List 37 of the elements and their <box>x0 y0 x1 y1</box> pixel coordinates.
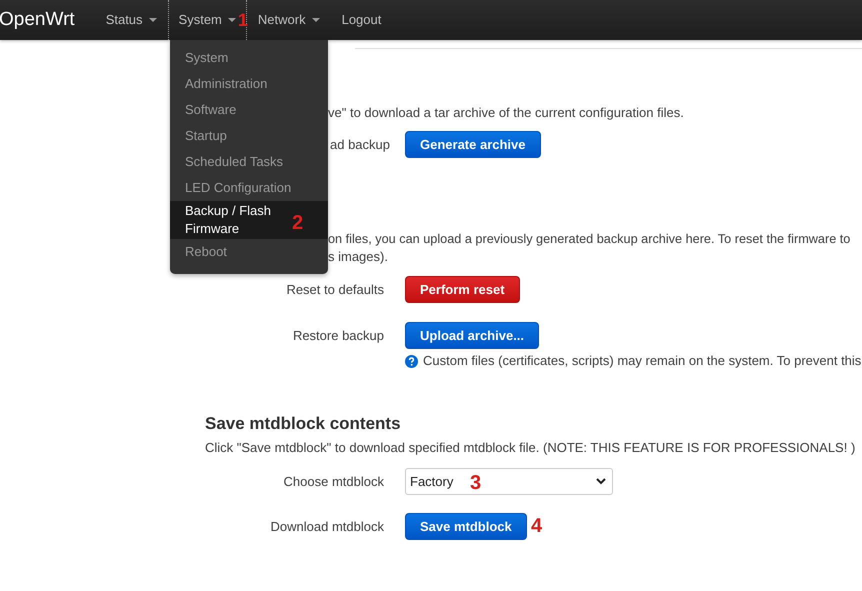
field-label: Restore backup <box>292 328 384 343</box>
menu-item[interactable]: Scheduled Tasks <box>170 149 328 175</box>
chevron-down-icon <box>596 478 606 485</box>
caret-icon <box>228 18 236 22</box>
description-text: s images). <box>328 248 389 265</box>
annotation-number: 4 <box>531 516 542 536</box>
field-label: Choose mtdblock <box>282 474 384 489</box>
section-heading: Save mtdblock contents <box>205 413 402 435</box>
description-text: Click "Save mtdblock" to download specified mtdblock file. (NOTE: THIS FEATURE IS FOR PROFESSIONALS! ) <box>205 439 856 456</box>
menu-item[interactable]: Reboot <box>170 239 328 265</box>
menu-item[interactable]: System <box>170 45 328 71</box>
field-label: ad backup <box>330 137 391 152</box>
menu-item[interactable]: Startup <box>170 123 328 149</box>
brand-logo[interactable]: OpenWrt <box>0 0 95 40</box>
menu-item[interactable]: Administration <box>170 71 328 97</box>
description-text: ve" to download a tar archive of the current configuration files. <box>328 104 685 121</box>
annotation-number: 1 <box>238 11 248 29</box>
help-icon <box>405 354 418 368</box>
menu-item[interactable]: Backup / Flash Firmware 2 <box>170 201 328 239</box>
action-button[interactable]: Perform reset <box>405 276 520 303</box>
field-label: Download mtdblock <box>270 519 384 534</box>
menu-item[interactable]: LED Configuration <box>170 175 328 201</box>
caret-icon <box>312 18 320 22</box>
menu-item[interactable]: Software <box>170 97 328 123</box>
annotation-number: 3 <box>470 473 482 493</box>
nav-menu-item[interactable]: Logout <box>330 0 392 40</box>
action-button[interactable]: Upload archive... <box>405 322 540 349</box>
action-button[interactable]: Save mtdblock <box>405 513 527 540</box>
description-text: on files, you can upload a previously generated backup archive here. To reset the firmware to <box>328 231 852 248</box>
caret-icon <box>148 18 157 22</box>
nav-menu-item[interactable]: Status <box>94 0 168 40</box>
help-text: Custom files (certificates, scripts) may remain on the system. To prevent this, <box>423 353 862 369</box>
mtdblock-select[interactable]: Factory 3 <box>405 468 613 495</box>
nav-menu-item[interactable]: Network <box>246 0 331 40</box>
action-button[interactable]: Generate archive <box>405 131 541 158</box>
field-label: Reset to defaults <box>285 282 384 297</box>
annotation-number: 2 <box>292 213 304 233</box>
